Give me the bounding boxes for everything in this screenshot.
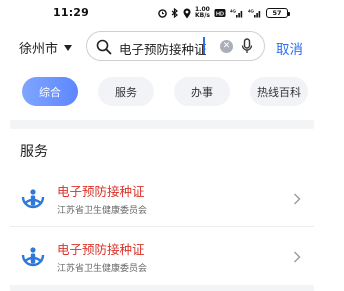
search-icon <box>96 39 112 55</box>
result-subtitle: 江苏省卫生健康委员会 <box>57 264 148 274</box>
battery-level: 57 <box>272 9 282 17</box>
svg-text:HD: HD <box>216 11 224 17</box>
svg-text:4G: 4G <box>230 9 237 14</box>
section-divider <box>10 120 314 129</box>
signal-icon-2: 4G <box>248 9 261 18</box>
city-selector[interactable]: 徐州市 <box>19 38 73 57</box>
result-item[interactable]: 电子预防接种证 江苏省卫生健康委员会 <box>10 171 314 229</box>
bluetooth-icon <box>171 8 178 18</box>
alarm-icon <box>158 9 167 18</box>
tab-hotline-wiki[interactable]: 热线百科 <box>250 77 308 106</box>
tab-services[interactable]: 服务 <box>98 77 154 106</box>
cancel-button[interactable]: 取消 <box>276 38 303 58</box>
section-title: 服务 <box>20 144 48 160</box>
result-item[interactable]: 电子预防接种证 江苏省卫生健康委员会 <box>10 229 314 287</box>
bottom-divider <box>10 285 314 291</box>
result-subtitle: 江苏省卫生健康委员会 <box>57 206 148 216</box>
city-label: 徐州市 <box>19 42 59 57</box>
tab-comprehensive[interactable]: 综合 <box>22 77 78 106</box>
location-icon <box>183 8 191 18</box>
caret-down-icon <box>64 44 73 51</box>
clear-icon[interactable]: ✕ <box>220 40 233 53</box>
search-input[interactable]: 电子预防接种证 ✕ <box>86 31 265 61</box>
chevron-right-icon <box>294 193 301 205</box>
network-speed: 1.00 KB/s <box>195 6 210 19</box>
search-query-text: 电子预防接种证 <box>119 42 207 57</box>
status-time: 11:29 <box>53 6 90 19</box>
result-title: 电子预防接种证 <box>57 184 145 199</box>
status-bar: 11:29 1.00 KB/s HD 4G 4G 57 <box>0 0 344 26</box>
svg-text:4G: 4G <box>248 9 255 14</box>
microphone-icon[interactable] <box>241 38 253 55</box>
row-divider <box>10 226 314 227</box>
text-cursor <box>203 37 205 54</box>
search-results-screen: 11:29 1.00 KB/s HD 4G 4G 57 徐州市 电子预防接种证 … <box>0 0 344 291</box>
result-title: 电子预防接种证 <box>57 242 145 257</box>
tab-affairs[interactable]: 办事 <box>174 77 230 106</box>
health-commission-logo-icon <box>21 189 45 209</box>
hd-icon: HD <box>214 9 226 17</box>
signal-icon-1: 4G <box>230 9 243 18</box>
chevron-right-icon <box>294 251 301 263</box>
health-commission-logo-icon <box>21 247 45 267</box>
status-icons: 1.00 KB/s HD 4G 4G 57 <box>158 6 290 20</box>
battery-icon: 57 <box>266 8 290 18</box>
